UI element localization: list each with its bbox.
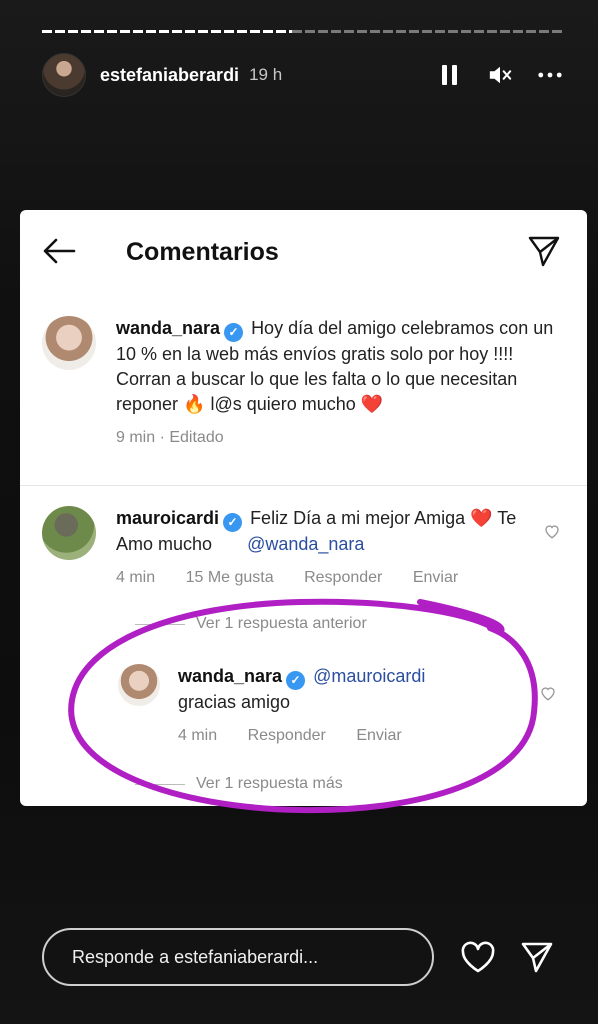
verified-badge-icon: ✓ [224,323,244,342]
reply-meta: 4 min Responder Enviar [178,723,525,748]
send-icon[interactable] [527,234,561,268]
avatar[interactable] [42,316,96,370]
avatar[interactable] [118,664,160,706]
comments-header: Comentarios [20,232,587,272]
verified-badge-icon: ✓ [286,671,306,690]
reply-username[interactable]: wanda_nara [178,666,282,686]
send-link[interactable]: Enviar [413,569,458,586]
like-heart-icon[interactable] [539,684,557,702]
post-caption: wanda_nara ✓ Hoy día del amigo celebramos… [42,316,565,466]
reply-thread-line [135,784,185,785]
caption-username[interactable]: wanda_nara [116,318,220,338]
heart-icon[interactable] [460,940,496,974]
reply-text-block: wanda_nara ✓ @mauroicardi gracias amigo 4… [178,664,525,748]
story-username[interactable]: estefaniaberardi [100,65,239,86]
mute-icon[interactable] [488,63,512,87]
reply-thread-line [135,624,185,625]
comment-username[interactable]: mauroicardi [116,508,219,528]
reply-text: gracias amigo [178,692,291,712]
comments-screenshot-card: Comentarios wanda_nara ✓ Hoy día del amig… [20,210,587,806]
story-avatar[interactable] [42,53,86,97]
story-time: 19 h [249,65,283,84]
reply-mention[interactable]: @mauroicardi [313,666,425,686]
divider [20,485,587,486]
story-header: estefaniaberardi 19 h [42,50,562,100]
verified-badge-icon: ✓ [223,513,243,532]
view-previous-reply[interactable]: Ver 1 respuesta anterior [196,615,367,633]
pause-icon[interactable] [438,63,462,87]
like-heart-icon[interactable] [543,522,561,540]
comment-meta: 4 min 15 Me gusta Responder Enviar [116,565,525,590]
progress-segment-viewed [42,30,292,33]
comment-text-block: mauroicardi ✓ Feliz Día a mi mejor Amiga … [116,506,525,590]
story-controls [438,63,562,87]
back-arrow-icon[interactable] [42,236,76,266]
reply-link[interactable]: Responder [248,727,326,744]
reply-link[interactable]: Responder [304,569,382,586]
comments-title: Comentarios [126,238,279,266]
comment-item: mauroicardi ✓ Feliz Día a mi mejor Amiga … [42,506,565,586]
send-link[interactable]: Enviar [356,727,401,744]
comment-likes[interactable]: 15 Me gusta [186,569,274,586]
more-icon[interactable] [538,63,562,87]
comment-mention[interactable]: @wanda_nara [247,534,364,554]
story-reply-input[interactable]: Responde a estefaniaberardi... [42,928,434,986]
send-icon[interactable] [520,940,554,974]
reply-time: 4 min [178,727,218,744]
story-progress-bar [42,30,562,34]
reply-item: wanda_nara ✓ @mauroicardi gracias amigo 4… [118,664,565,744]
avatar[interactable] [42,506,96,560]
view-more-replies[interactable]: Ver 1 respuesta más [196,775,343,793]
caption-meta: 9 min · Editado [116,429,224,446]
comment-time: 4 min [116,569,156,586]
progress-segment-remaining [292,30,562,33]
caption-text-block: wanda_nara ✓ Hoy día del amigo celebramos… [116,316,565,450]
